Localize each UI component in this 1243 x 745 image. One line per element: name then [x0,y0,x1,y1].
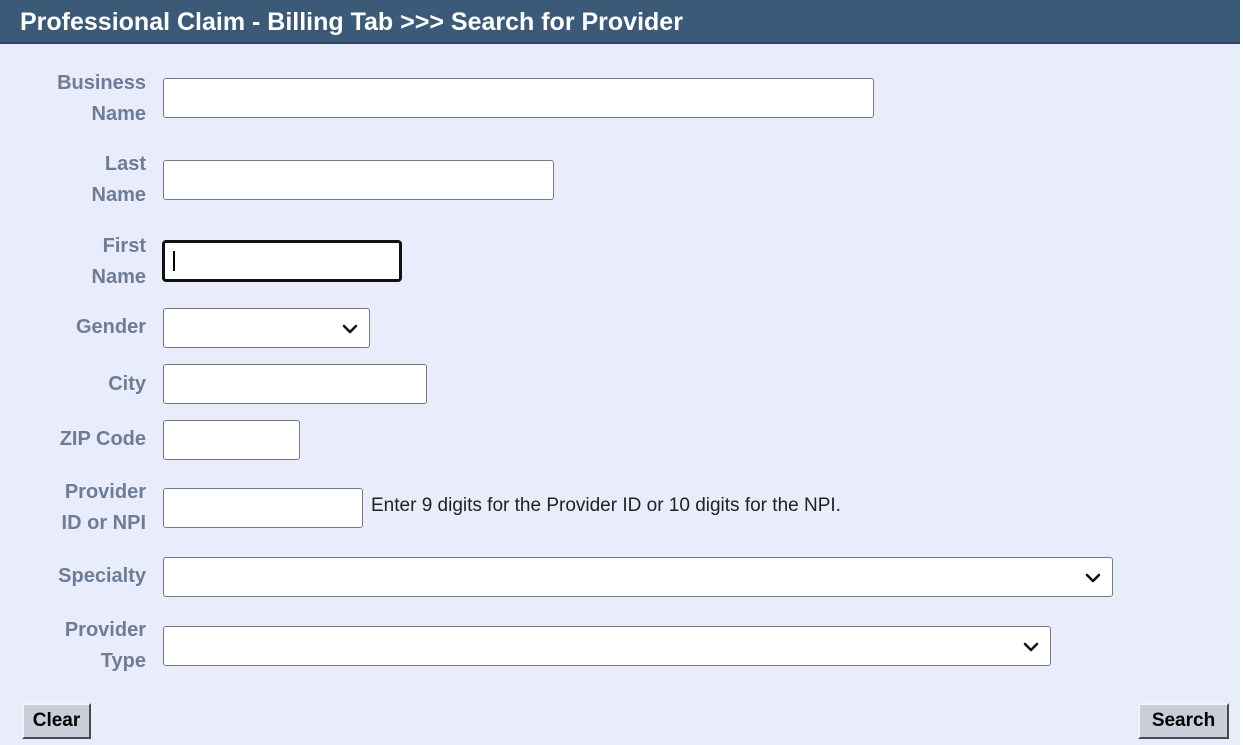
chevron-down-icon [1085,573,1101,583]
specialty-select[interactable] [163,557,1113,597]
business-name-label: Business Name [57,68,146,130]
clear-button[interactable]: Clear [22,703,91,739]
provider-type-label: Provider Type [65,615,146,677]
last-name-input[interactable] [163,160,554,200]
provider-type-select[interactable] [163,626,1051,666]
business-name-input[interactable] [163,78,874,118]
search-provider-panel: Professional Claim - Billing Tab >>> Sea… [0,0,1240,745]
provider-id-label-line1: Provider [64,481,146,503]
first-name-label-line1: First [102,235,146,257]
provider-id-label-line2: ID or NPI [61,512,146,534]
chevron-down-icon [1023,642,1039,652]
last-name-label: Last Name [92,149,146,211]
gender-label: Gender [75,316,146,338]
first-name-label-line2: Name [91,266,146,288]
business-name-label-line1: Business [57,72,146,94]
text-caret [173,251,175,271]
search-button[interactable]: Search [1138,703,1229,739]
last-name-label-line2: Name [91,184,146,206]
provider-type-label-line1: Provider [64,619,146,641]
city-label: City [108,373,146,395]
business-name-label-line2: Name [91,103,146,125]
provider-type-label-line2: Type [100,650,146,672]
zip-code-input[interactable] [163,420,300,460]
zip-code-label: ZIP Code [59,428,146,450]
provider-id-hint: Enter 9 digits for the Provider ID or 10… [371,495,841,516]
first-name-input[interactable] [162,240,402,282]
specialty-label: Specialty [58,565,146,587]
first-name-label: First Name [92,231,146,293]
provider-id-input[interactable] [163,488,363,528]
provider-id-label: Provider ID or NPI [62,477,146,539]
city-input[interactable] [163,364,427,404]
gender-select[interactable] [163,308,370,348]
page-title: Professional Claim - Billing Tab >>> Sea… [0,0,1240,44]
chevron-down-icon [342,324,358,334]
last-name-label-line1: Last [104,153,146,175]
